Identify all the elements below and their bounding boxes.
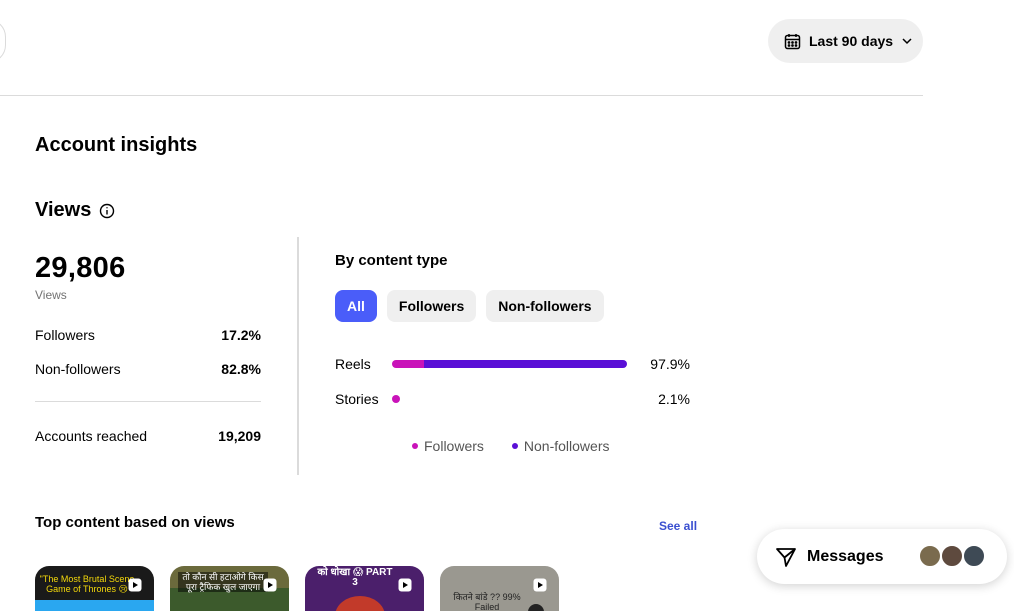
stat-label: Followers <box>35 327 95 343</box>
date-range-button[interactable]: Last 90 days <box>768 19 923 63</box>
message-avatars <box>918 544 986 568</box>
top-content-heading: Top content based on views <box>35 514 235 531</box>
legend-dot <box>511 443 518 449</box>
views-total: 29,806 <box>35 252 126 284</box>
reel-icon <box>128 578 142 592</box>
top-content-thumbnail[interactable]: तो कौन सी हटाओगे किस पूरा ट्रैफिक खुल जा… <box>170 566 289 611</box>
top-content-thumbnail[interactable]: को धोखा 😱 PART 3 <box>305 566 424 611</box>
thumbnail-image <box>335 596 385 611</box>
see-all-link[interactable]: See all <box>659 519 697 533</box>
stat-label: Non-followers <box>35 361 121 377</box>
messages-label: Messages <box>807 547 884 565</box>
filter-all[interactable]: All <box>335 290 377 322</box>
send-icon <box>775 546 797 568</box>
bar-reels <box>392 360 627 368</box>
bar-track-reels <box>392 360 632 368</box>
bar-segment-followers <box>392 395 400 403</box>
stat-row-accounts-reached: Accounts reached 19,209 <box>35 428 261 444</box>
reel-icon <box>263 578 277 592</box>
calendar-icon <box>784 33 801 50</box>
views-total-label: Views <box>35 288 67 302</box>
bar-label-stories: Stories <box>335 391 379 407</box>
reel-icon <box>533 578 547 592</box>
stat-label: Accounts reached <box>35 428 148 444</box>
thumbnail-caption: को धोखा 😱 PART 3 <box>317 567 393 588</box>
legend-dot <box>412 443 418 449</box>
top-bar: Last 90 days <box>0 0 923 96</box>
legend-label: Non-followers <box>523 438 610 454</box>
bar-segment-non-followers <box>424 360 627 368</box>
bar-segment-followers <box>392 360 425 368</box>
bar-stories <box>392 395 400 403</box>
views-heading-text: Views <box>35 199 92 221</box>
bar-percent-stories: 2.1% <box>658 391 690 407</box>
top-content-thumbnail[interactable]: "The Most Brutal Scene Game of Thrones 😢 <box>35 566 154 611</box>
back-button-edge[interactable] <box>0 19 6 63</box>
reel-icon <box>398 578 412 592</box>
stat-value: 17.2% <box>221 327 261 343</box>
bar-percent-reels: 97.9% <box>650 356 690 372</box>
avatar <box>918 544 942 568</box>
date-range-label: Last 90 days <box>809 33 894 49</box>
stat-value: 19,209 <box>218 428 261 444</box>
filter-followers[interactable]: Followers <box>386 290 477 322</box>
thumbnail-caption: तो कौन सी हटाओगे किस पूरा ट्रैफिक खुल जा… <box>178 572 268 592</box>
stat-value: 82.8% <box>221 361 261 377</box>
content-type-heading: By content type <box>335 252 448 269</box>
stats-divider <box>35 401 261 402</box>
stat-row-followers: Followers 17.2% <box>35 327 261 343</box>
top-content-thumbnail[interactable]: कितने बांडे ?? 99% Failed <box>440 566 559 611</box>
views-heading: Views <box>35 199 115 222</box>
filter-non-followers[interactable]: Non-followers <box>486 290 604 322</box>
avatar <box>940 544 964 568</box>
thumbnail-image <box>35 600 154 611</box>
info-icon[interactable] <box>99 203 115 219</box>
thumbnail-image <box>528 604 544 611</box>
bar-label-reels: Reels <box>335 356 371 372</box>
bar-track-stories <box>392 395 632 403</box>
legend-label: Followers <box>424 438 484 454</box>
section-divider <box>297 237 299 475</box>
legend-item-non-followers: Non-followers <box>511 438 610 454</box>
chart-legend: Followers Non-followers <box>412 438 610 454</box>
legend-item-followers: Followers <box>412 438 484 454</box>
thumbnail-caption: कितने बांडे ?? 99% Failed <box>453 592 521 611</box>
chevron-down-icon <box>901 35 913 47</box>
stat-row-non-followers: Non-followers 82.8% <box>35 361 261 377</box>
messages-button[interactable]: Messages <box>757 529 1007 584</box>
page-title: Account insights <box>35 134 198 156</box>
avatar <box>962 544 986 568</box>
content-type-filters: All Followers Non-followers <box>335 290 604 322</box>
thumbnail-caption: "The Most Brutal Scene Game of Thrones 😢 <box>39 574 135 594</box>
